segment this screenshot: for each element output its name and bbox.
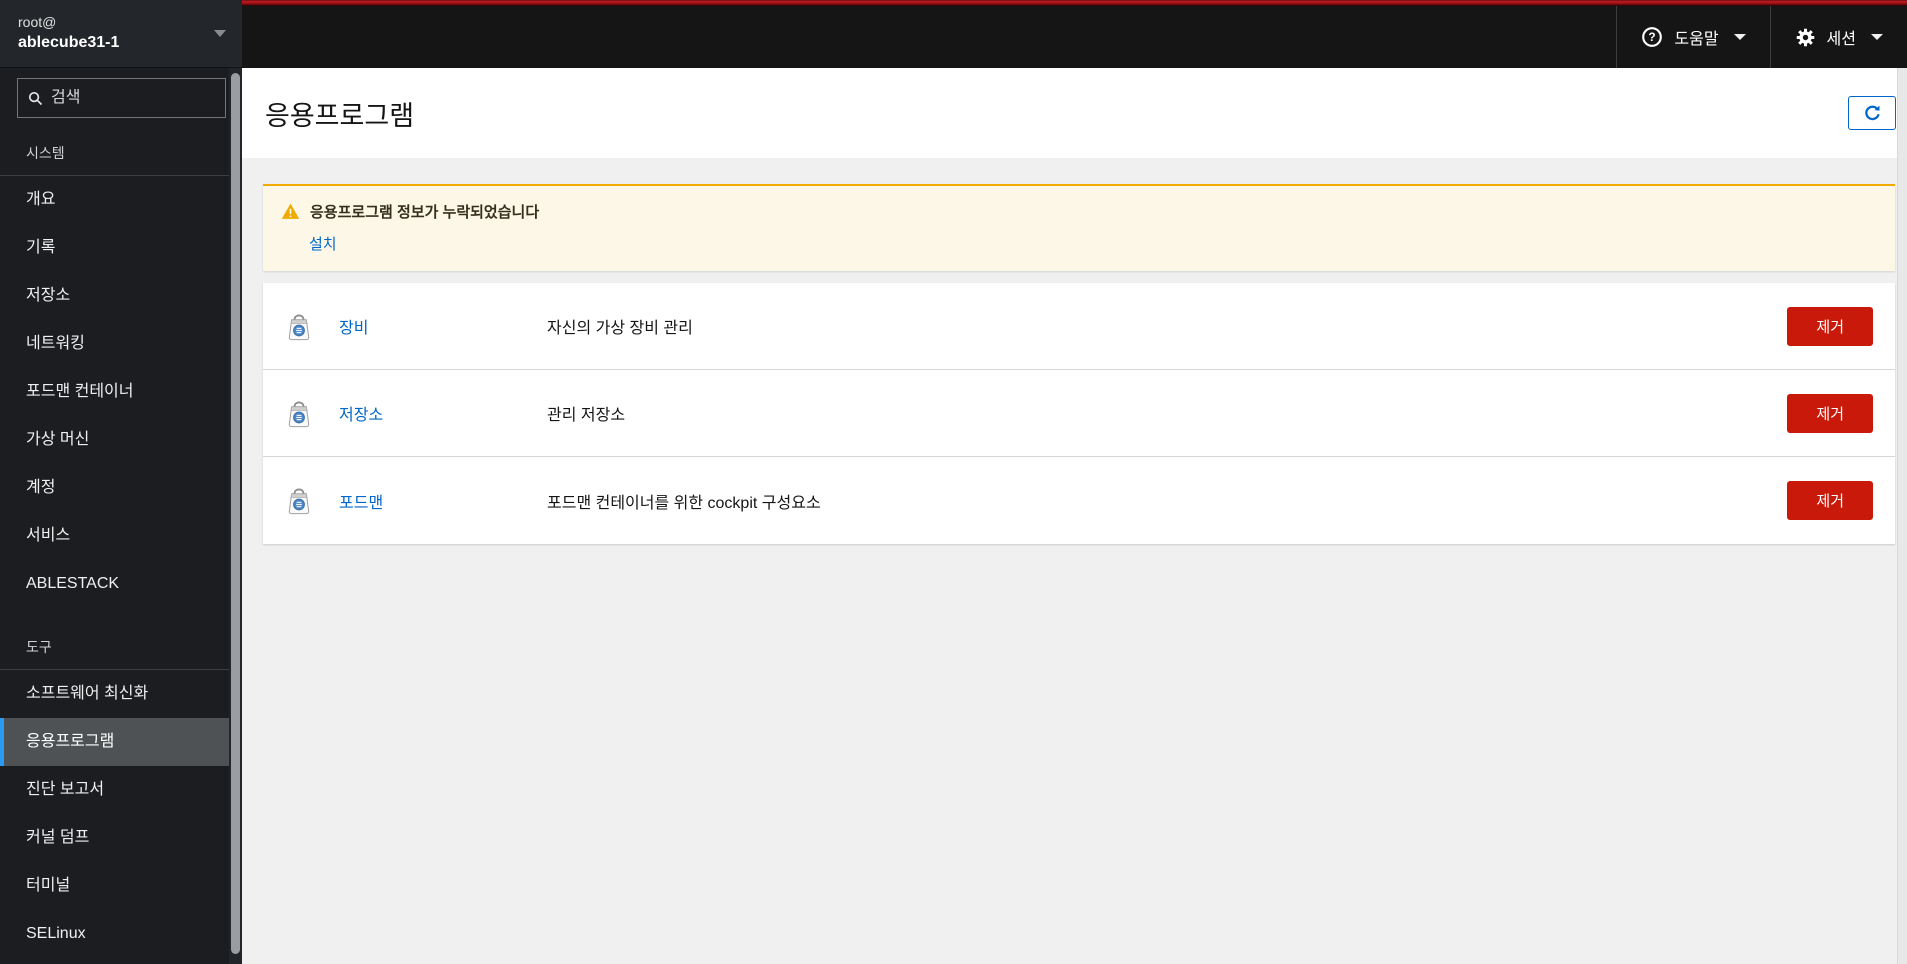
nav-section-tools: 도구 — [26, 639, 52, 655]
page-title: 응용프로그램 — [265, 100, 415, 131]
sidebar-item-applications[interactable]: 응용프로그램 — [0, 718, 242, 766]
sidebar-item-ablestack[interactable]: ABLESTACK — [0, 560, 242, 608]
app-identity: 장비 — [285, 311, 547, 342]
page-content: 응용프로그램 정보가 누락되었습니다 설치 장비 자신의 가상 장비 관리 제거… — [242, 158, 1907, 964]
host-user: root@ — [18, 14, 57, 31]
app-description: 포드맨 컨테이너를 위한 cockpit 구성요소 — [547, 494, 821, 512]
sidebar-item-kernel-dump[interactable]: 커널 덤프 — [0, 814, 242, 862]
svg-text:?: ? — [1649, 30, 1656, 44]
app-identity: 저장소 — [285, 398, 547, 429]
session-label: 세션 — [1826, 31, 1856, 48]
chevron-down-icon — [1733, 34, 1746, 40]
search-input[interactable] — [51, 89, 215, 107]
warning-triangle-icon — [281, 203, 300, 219]
sidebar-item-terminal[interactable]: 터미널 — [0, 862, 242, 910]
sidebar-scrollbar[interactable] — [229, 68, 242, 964]
app-link-podman[interactable]: 포드맨 — [339, 489, 383, 513]
search-icon — [28, 91, 43, 105]
help-icon: ? — [1642, 27, 1663, 47]
app-row-storage: 저장소 관리 저장소 제거 — [263, 370, 1895, 457]
app-row-podman: 포드맨 포드맨 컨테이너를 위한 cockpit 구성요소 제거 — [263, 457, 1895, 544]
sidebar-item-podman-containers[interactable]: 포드맨 컨테이너 — [0, 368, 242, 416]
host-info: root@ ablecube31-1 — [18, 13, 214, 53]
page-scrollbar[interactable] — [1897, 68, 1907, 964]
sidebar-item-logs[interactable]: 기록 — [0, 224, 242, 272]
help-menu-button[interactable]: ? 도움말 — [1617, 6, 1769, 68]
app-description: 관리 저장소 — [547, 407, 626, 424]
page-header: 응용프로그램 — [242, 68, 1907, 158]
application-package-icon — [288, 401, 310, 427]
sidebar-item-storage[interactable]: 저장소 — [0, 272, 242, 320]
sidebar-scrollbar-thumb[interactable] — [231, 73, 240, 954]
sidebar-search — [17, 78, 226, 118]
remove-storage-button[interactable]: 제거 — [1787, 393, 1873, 433]
session-menu-button[interactable]: 세션 — [1771, 6, 1907, 68]
app-link-storage[interactable]: 저장소 — [339, 401, 383, 425]
sidebar-item-networking[interactable]: 네트워킹 — [0, 320, 242, 368]
sidebar-item-software-updates[interactable]: 소프트웨어 최신화 — [0, 670, 242, 718]
alert-header: 응용프로그램 정보가 누락되었습니다 — [281, 201, 1877, 222]
sidebar-item-virtual-machines[interactable]: 가상 머신 — [0, 416, 242, 464]
app-row-machines: 장비 자신의 가상 장비 관리 제거 — [263, 283, 1895, 370]
app-description: 자신의 가상 장비 관리 — [547, 320, 693, 337]
sidebar-item-accounts[interactable]: 계정 — [0, 464, 242, 512]
app-identity: 포드맨 — [285, 485, 547, 516]
sidebar-nav: 시스템 개요 기록 저장소 네트워킹 포드맨 컨테이너 가상 머신 계정 서비스… — [0, 124, 242, 958]
masthead-toolbar: ? 도움말 세션 — [242, 6, 1907, 68]
chevron-down-icon — [1871, 34, 1883, 40]
install-link[interactable]: 설치 — [309, 233, 337, 254]
nav-section-system: 시스템 — [26, 145, 65, 161]
masthead: ? 도움말 세션 — [242, 0, 1907, 68]
host-switcher[interactable]: root@ ablecube31-1 — [0, 0, 242, 68]
application-package-icon — [288, 488, 310, 515]
application-package-icon — [288, 314, 310, 340]
host-name: ablecube31-1 — [18, 34, 120, 52]
sidebar-item-overview[interactable]: 개요 — [0, 176, 242, 224]
help-label: 도움말 — [1674, 31, 1719, 48]
sidebar-item-services[interactable]: 서비스 — [0, 512, 242, 560]
refresh-button[interactable] — [1848, 96, 1896, 130]
chevron-down-icon — [214, 30, 226, 37]
sidebar-item-selinux[interactable]: SELinux — [0, 910, 242, 958]
applications-list: 장비 자신의 가상 장비 관리 제거 저장소 관리 저장소 제거 포드맨 포드맨… — [263, 283, 1895, 544]
alert-title: 응용프로그램 정보가 누락되었습니다 — [310, 204, 540, 221]
warning-alert: 응용프로그램 정보가 누락되었습니다 설치 — [263, 184, 1895, 271]
nav-gap — [0, 608, 242, 628]
remove-machines-button[interactable]: 제거 — [1787, 306, 1873, 346]
remove-podman-button[interactable]: 제거 — [1787, 481, 1873, 520]
cockpit-app: root@ ablecube31-1 시스템 개요 기록 저장소 네트워킹 포드… — [0, 0, 1907, 964]
main-area: ? 도움말 세션 응용프로그램 응용프로그램 정보가 누락되었습니다 설치 장비… — [242, 0, 1907, 964]
sidebar: root@ ablecube31-1 시스템 개요 기록 저장소 네트워킹 포드… — [0, 0, 242, 964]
app-link-machines[interactable]: 장비 — [339, 314, 368, 338]
refresh-icon — [1864, 105, 1880, 120]
gear-icon — [1796, 28, 1814, 46]
sidebar-item-diagnostic-reports[interactable]: 진단 보고서 — [0, 766, 242, 814]
